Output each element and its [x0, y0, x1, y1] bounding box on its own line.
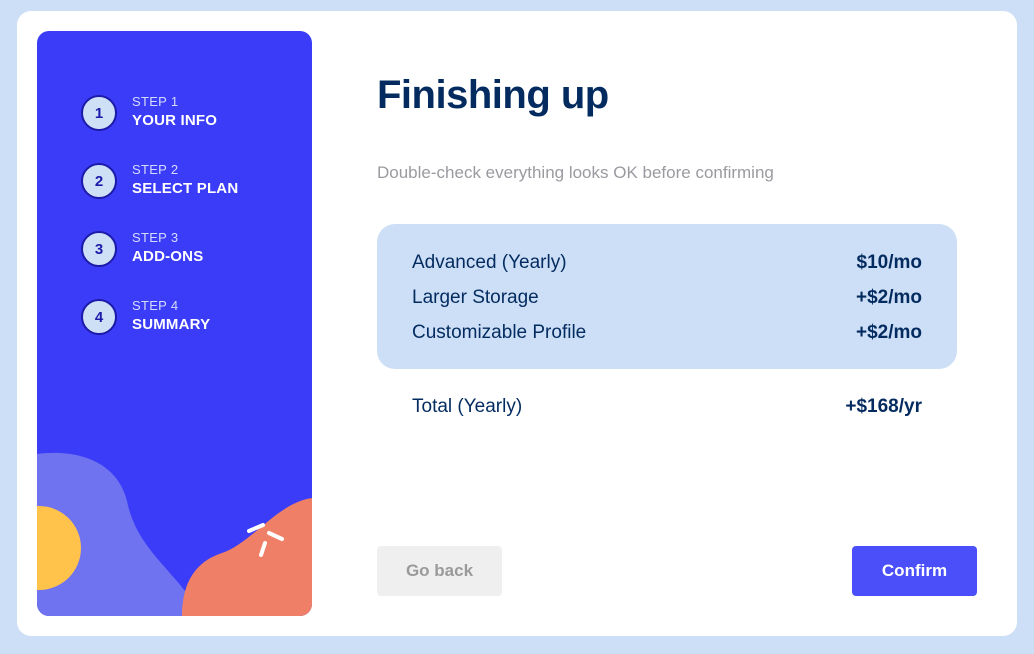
step-4: 4 STEP 4 SUMMARY [81, 296, 210, 338]
addon-price: +$2/mo [855, 287, 922, 308]
orange-blob [182, 498, 312, 616]
total-price: +$168/yr [845, 396, 922, 417]
step-3: 3 STEP 3 ADD-ONS [81, 228, 203, 270]
step-1: 1 STEP 1 YOUR INFO [81, 92, 217, 134]
total-row: Total (Yearly) +$168/yr [412, 394, 922, 420]
step-3-label: STEP 3 [132, 230, 179, 245]
order-summary-box: Advanced (Yearly) $10/mo Larger Storage … [377, 224, 957, 369]
step-2-title: SELECT PLAN [132, 180, 239, 197]
summary-section: Finishing up Double-check everything loo… [377, 11, 977, 636]
step-4-title: SUMMARY [132, 316, 211, 333]
addon-price: +$2/mo [855, 322, 922, 343]
plan-name: Advanced (Yearly) [412, 252, 567, 273]
plan-price: $10/mo [856, 252, 922, 273]
step-1-label: STEP 1 [132, 94, 179, 109]
page-subtitle: Double-check everything looks OK before … [377, 163, 774, 182]
step-2-number: 2 [81, 163, 117, 199]
addon-name: Customizable Profile [412, 322, 587, 343]
step-3-number: 3 [81, 231, 117, 267]
step-4-number: 4 [81, 299, 117, 335]
summary-row-addon: Customizable Profile +$2/mo [412, 320, 922, 346]
form-card: 1 STEP 1 YOUR INFO 2 STEP 2 SELECT PLAN … [17, 11, 1017, 636]
step-1-title: YOUR INFO [132, 112, 218, 129]
step-2: 2 STEP 2 SELECT PLAN [81, 160, 238, 202]
steps-sidebar: 1 STEP 1 YOUR INFO 2 STEP 2 SELECT PLAN … [37, 31, 312, 616]
step-1-number: 1 [81, 95, 117, 131]
summary-row-addon: Larger Storage +$2/mo [412, 285, 922, 311]
addon-name: Larger Storage [412, 287, 539, 308]
step-2-label: STEP 2 [132, 162, 179, 177]
page-title: Finishing up [377, 73, 609, 117]
go-back-button[interactable]: Go back [377, 546, 502, 596]
step-4-label: STEP 4 [132, 298, 179, 313]
confirm-button[interactable]: Confirm [852, 546, 977, 596]
step-3-title: ADD-ONS [132, 248, 204, 265]
total-label: Total (Yearly) [412, 396, 523, 417]
summary-row-plan: Advanced (Yearly) $10/mo [412, 250, 922, 276]
